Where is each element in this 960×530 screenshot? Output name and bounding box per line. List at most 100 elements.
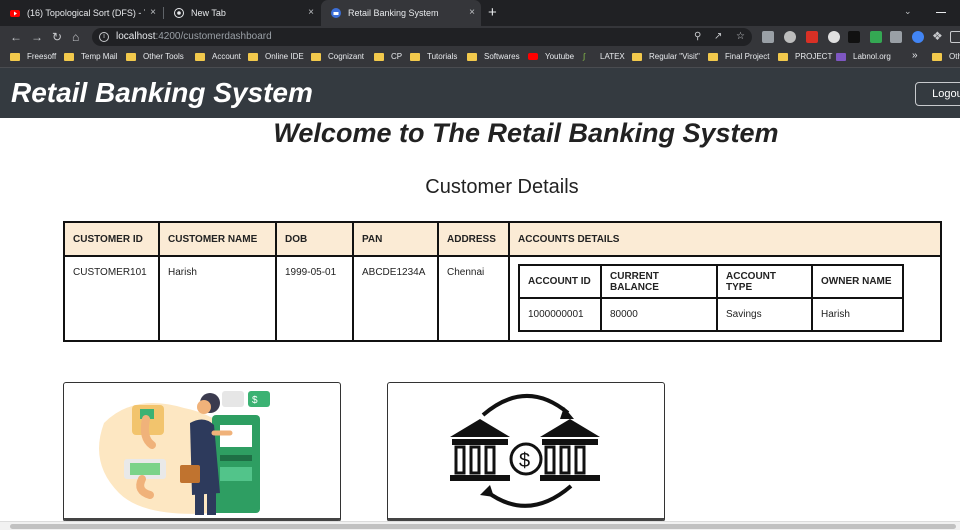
address-bar[interactable]: i localhost:4200/customerdashboard ⚲ ↗ ☆ (92, 28, 752, 46)
cell-customer-name: Harish (158, 255, 277, 342)
svg-text:$: $ (252, 395, 258, 406)
bookmark-item[interactable]: Final Project (708, 52, 769, 61)
table-header-row: ACCOUNT ID CURRENT BALANCE ACCOUNT TYPE … (518, 264, 904, 299)
bookmark-star-icon[interactable]: ☆ (736, 31, 745, 42)
tab-close-icon[interactable]: × (308, 8, 314, 18)
other-bookmarks-folder[interactable]: Oth (932, 52, 960, 61)
extension-icon[interactable] (912, 31, 924, 43)
extension-icon[interactable] (890, 31, 902, 43)
url-path: :4200/customerdashboard (155, 31, 272, 42)
atm-person-icon: $ (99, 391, 270, 515)
column-header: PAN (352, 221, 439, 257)
url-host: localhost (116, 31, 156, 42)
tab-title: New Tab (191, 8, 226, 18)
bookmarks-bar: Freesoff Temp Mail Other Tools Account O… (0, 48, 960, 68)
app-navbar: Retail Banking System Logout (0, 68, 960, 118)
bookmark-label: LATEX (600, 52, 625, 61)
key-icon[interactable]: ⚲ (694, 31, 701, 42)
tab-new-tab[interactable]: New Tab × (164, 0, 320, 26)
bookmark-item[interactable]: Softwares (467, 52, 520, 61)
bookmark-label: Oth (949, 52, 960, 61)
bookmark-label: Account (212, 52, 241, 61)
extension-icon[interactable] (762, 31, 774, 43)
cell-pan: ABCDE1234A (352, 255, 439, 342)
column-header: CUSTOMER NAME (158, 221, 277, 257)
extension-icon[interactable] (848, 31, 860, 43)
bookmark-item[interactable]: CP (374, 52, 402, 61)
column-header: CUSTOMER ID (63, 221, 160, 257)
browser-tab-strip: (16) Topological Sort (DFS) - YouTube × … (0, 0, 960, 26)
bookmark-label: Temp Mail (81, 52, 118, 61)
horizontal-scrollbar[interactable] (0, 521, 960, 530)
extension-icon[interactable] (870, 31, 882, 43)
bookmark-label: Labnol.org (853, 52, 891, 61)
bookmark-item[interactable]: Freesoff (10, 52, 56, 61)
bookmark-item[interactable]: Account (195, 52, 241, 61)
bookmark-label: Freesoff (27, 52, 57, 61)
brand-title[interactable]: Retail Banking System (11, 77, 313, 109)
bookmark-item[interactable]: Other Tools (126, 52, 184, 61)
bookmark-item[interactable]: Regular "Visit" (632, 52, 700, 61)
bank-transfer-illustration-card[interactable]: $ (387, 382, 665, 522)
extension-icon[interactable] (828, 31, 840, 43)
bookmark-item[interactable]: Tutorials (410, 52, 457, 61)
minimize-window-icon[interactable] (936, 12, 946, 13)
bookmark-label: Softwares (484, 52, 520, 61)
scrollbar-thumb[interactable] (10, 524, 956, 529)
column-header: ACCOUNTS DETAILS (508, 221, 942, 257)
table-row: 1000000001 80000 Savings Harish (518, 297, 904, 332)
bookmark-item[interactable]: Temp Mail (64, 52, 117, 61)
logout-button[interactable]: Logout (915, 82, 960, 106)
site-info-icon[interactable]: i (99, 32, 109, 42)
youtube-icon (10, 10, 20, 17)
tab-title: (16) Topological Sort (DFS) - YouTube (27, 8, 145, 18)
cell-account-type: Savings (716, 297, 813, 332)
home-icon[interactable]: ⌂ (72, 30, 79, 44)
bookmarks-overflow-button[interactable]: » (912, 50, 918, 61)
folder-icon (248, 52, 258, 61)
tab-title: Retail Banking System (348, 8, 439, 18)
url-text[interactable]: localhost:4200/customerdashboard (116, 31, 272, 42)
share-icon[interactable]: ↗ (714, 31, 722, 42)
puzzle-extensions-icon[interactable]: ❖ (932, 29, 943, 43)
folder-icon (10, 52, 20, 61)
bookmark-item[interactable]: Labnol.org (836, 52, 891, 61)
extension-icon[interactable] (784, 31, 796, 43)
tab-youtube[interactable]: (16) Topological Sort (DFS) - YouTube × (0, 0, 162, 26)
atm-illustration-card[interactable]: $ (63, 382, 341, 522)
bookmark-item[interactable]: PROJECT (778, 52, 832, 61)
column-header: CURRENT BALANCE (600, 264, 718, 299)
folder-icon (126, 52, 136, 61)
section-title: Customer Details (425, 176, 579, 198)
tab-search-chevron-icon[interactable]: ⌄ (904, 6, 912, 17)
bookmark-item[interactable]: Cognizant (311, 52, 364, 61)
customer-details-table: CUSTOMER ID CUSTOMER NAME DOB PAN ADDRES… (63, 221, 942, 342)
cell-owner-name: Harish (811, 297, 904, 332)
cell-current-balance: 80000 (600, 297, 718, 332)
back-arrow-icon[interactable]: ← (10, 30, 22, 44)
tab-retail-banking[interactable]: Retail Banking System × (321, 0, 481, 26)
tab-close-icon[interactable]: × (150, 8, 156, 18)
bookmark-label: Online IDE (265, 52, 304, 61)
labnol-icon (836, 52, 846, 61)
bookmark-item[interactable]: Online IDE (248, 52, 304, 61)
extension-icon[interactable] (806, 31, 818, 43)
side-panel-icon[interactable] (950, 31, 960, 43)
bookmark-label: PROJECT (795, 52, 833, 61)
bookmark-item[interactable]: Youtube (528, 52, 574, 61)
reload-icon[interactable]: ↻ (52, 30, 62, 44)
accounts-table: ACCOUNT ID CURRENT BALANCE ACCOUNT TYPE … (518, 264, 904, 332)
tab-close-icon[interactable]: × (469, 8, 475, 18)
column-header: ACCOUNT TYPE (716, 264, 813, 299)
table-header-row: CUSTOMER ID CUSTOMER NAME DOB PAN ADDRES… (63, 221, 942, 257)
new-tab-button[interactable]: + (488, 5, 497, 20)
cell-account-id: 1000000001 (518, 297, 602, 332)
folder-icon (708, 52, 718, 61)
browser-toolbar: ← → ↻ ⌂ i localhost:4200/customerdashboa… (0, 26, 960, 48)
folder-icon (778, 52, 788, 61)
column-header: OWNER NAME (811, 264, 904, 299)
folder-icon (410, 52, 420, 61)
forward-arrow-icon[interactable]: → (31, 30, 43, 44)
folder-icon (374, 52, 384, 61)
bookmark-item[interactable]: ∫ LATEX (583, 52, 625, 61)
